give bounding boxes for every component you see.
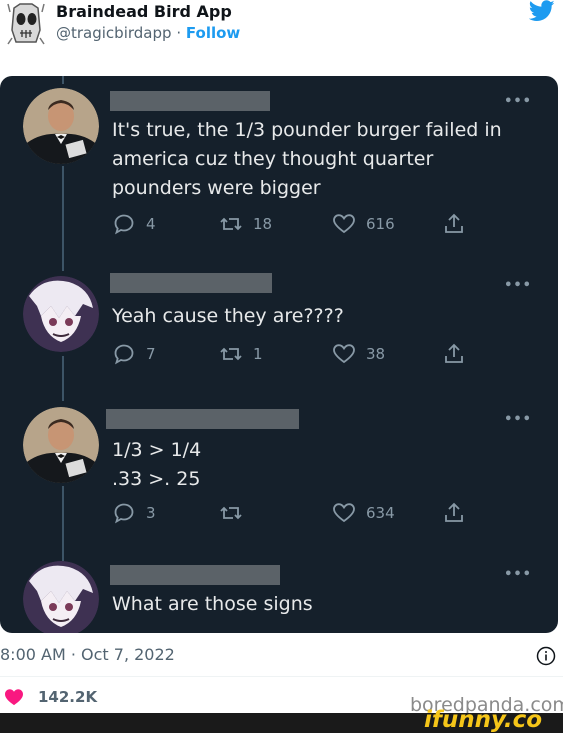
retweet-button[interactable] xyxy=(219,501,253,525)
reply-button[interactable]: 4 xyxy=(112,212,156,236)
more-options-icon[interactable]: ••• xyxy=(504,278,532,293)
embed-header: Braindead Bird App @tragicbirdapp · Foll… xyxy=(0,0,563,60)
retweet-count: 1 xyxy=(253,345,263,363)
redacted-username xyxy=(110,91,270,111)
reply-button[interactable]: 7 xyxy=(112,342,156,366)
more-options-icon[interactable]: ••• xyxy=(504,94,532,109)
reply-icon xyxy=(114,344,134,365)
bird-logo-icon[interactable] xyxy=(529,0,555,22)
skull-avatar[interactable] xyxy=(6,2,46,46)
tweet-actions: 3 634 xyxy=(112,501,482,527)
reply-icon xyxy=(114,503,134,524)
reply-count: 4 xyxy=(146,215,156,233)
redacted-username xyxy=(110,565,280,585)
like-count: 634 xyxy=(366,504,395,522)
reply-count: 7 xyxy=(146,345,156,363)
like-count: 38 xyxy=(366,345,386,363)
share-button[interactable] xyxy=(442,212,466,236)
account-handle[interactable]: @tragicbirdapp xyxy=(56,24,172,42)
tweet-actions: 7 1 38 xyxy=(112,342,482,368)
like-button[interactable]: 634 xyxy=(332,501,395,525)
heart-icon xyxy=(333,503,355,523)
heart-icon xyxy=(333,344,355,364)
anime-character-avatar[interactable] xyxy=(23,276,99,352)
tweet-text: 1/3 > 1/4 .33 >. 25 xyxy=(112,439,202,490)
retweet-button[interactable]: 18 xyxy=(219,212,272,236)
thread-tweet[interactable]: ••• 1/3 > 1/4 .33 >. 25 3 634 xyxy=(0,401,558,561)
heart-icon xyxy=(333,214,355,234)
redacted-username xyxy=(106,409,299,429)
redacted-username xyxy=(110,273,272,293)
tweet-text: What are those signs xyxy=(112,593,313,615)
reply-count: 3 xyxy=(146,504,156,522)
like-total: 142.2K xyxy=(38,688,98,706)
man-in-tuxedo-avatar[interactable] xyxy=(23,407,99,483)
share-icon xyxy=(445,213,463,233)
anime-character-avatar[interactable] xyxy=(23,561,99,633)
tweet-actions: 4 18 616 xyxy=(112,212,482,238)
share-icon xyxy=(445,343,463,363)
retweet-icon xyxy=(220,506,242,520)
retweet-icon xyxy=(220,217,242,231)
retweet-button[interactable]: 1 xyxy=(219,342,263,366)
account-name[interactable]: Braindead Bird App xyxy=(56,2,232,21)
share-button[interactable] xyxy=(442,501,466,525)
info-icon[interactable] xyxy=(536,646,556,666)
footer-divider xyxy=(0,676,563,677)
follow-button[interactable]: Follow xyxy=(186,24,240,42)
like-count: 616 xyxy=(366,215,395,233)
more-options-icon[interactable]: ••• xyxy=(504,567,532,582)
tweet-text: Yeah cause they are???? xyxy=(112,305,344,327)
thread-tweet[interactable]: ••• What are those signs xyxy=(0,561,558,633)
tweet-timestamp[interactable]: 8:00 AM · Oct 7, 2022 xyxy=(0,645,175,664)
retweet-count: 18 xyxy=(253,215,273,233)
retweet-icon xyxy=(220,347,242,361)
tweet-text: It's true, the 1/3 pounder burger failed… xyxy=(112,119,502,199)
like-button[interactable]: 616 xyxy=(332,212,395,236)
reply-icon xyxy=(114,214,134,235)
separator-dot: · xyxy=(176,24,182,42)
thread-screenshot: ••• It's true, the 1/3 pounder burger fa… xyxy=(0,76,558,633)
likes-row[interactable]: 142.2K xyxy=(4,688,97,706)
share-button[interactable] xyxy=(442,342,466,366)
ifunny-watermark: ifunny.co xyxy=(424,707,543,733)
thread-tweet[interactable]: ••• It's true, the 1/3 pounder burger fa… xyxy=(0,76,558,261)
reply-button[interactable]: 3 xyxy=(112,501,156,525)
heart-icon xyxy=(5,689,23,706)
account-handle-row: @tragicbirdapp · Follow xyxy=(56,24,240,42)
man-in-tuxedo-avatar[interactable] xyxy=(23,88,99,164)
share-icon xyxy=(445,502,463,522)
more-options-icon[interactable]: ••• xyxy=(504,412,532,427)
like-button[interactable]: 38 xyxy=(332,342,385,366)
thread-tweet[interactable]: ••• Yeah cause they are???? 7 1 38 xyxy=(0,266,558,396)
